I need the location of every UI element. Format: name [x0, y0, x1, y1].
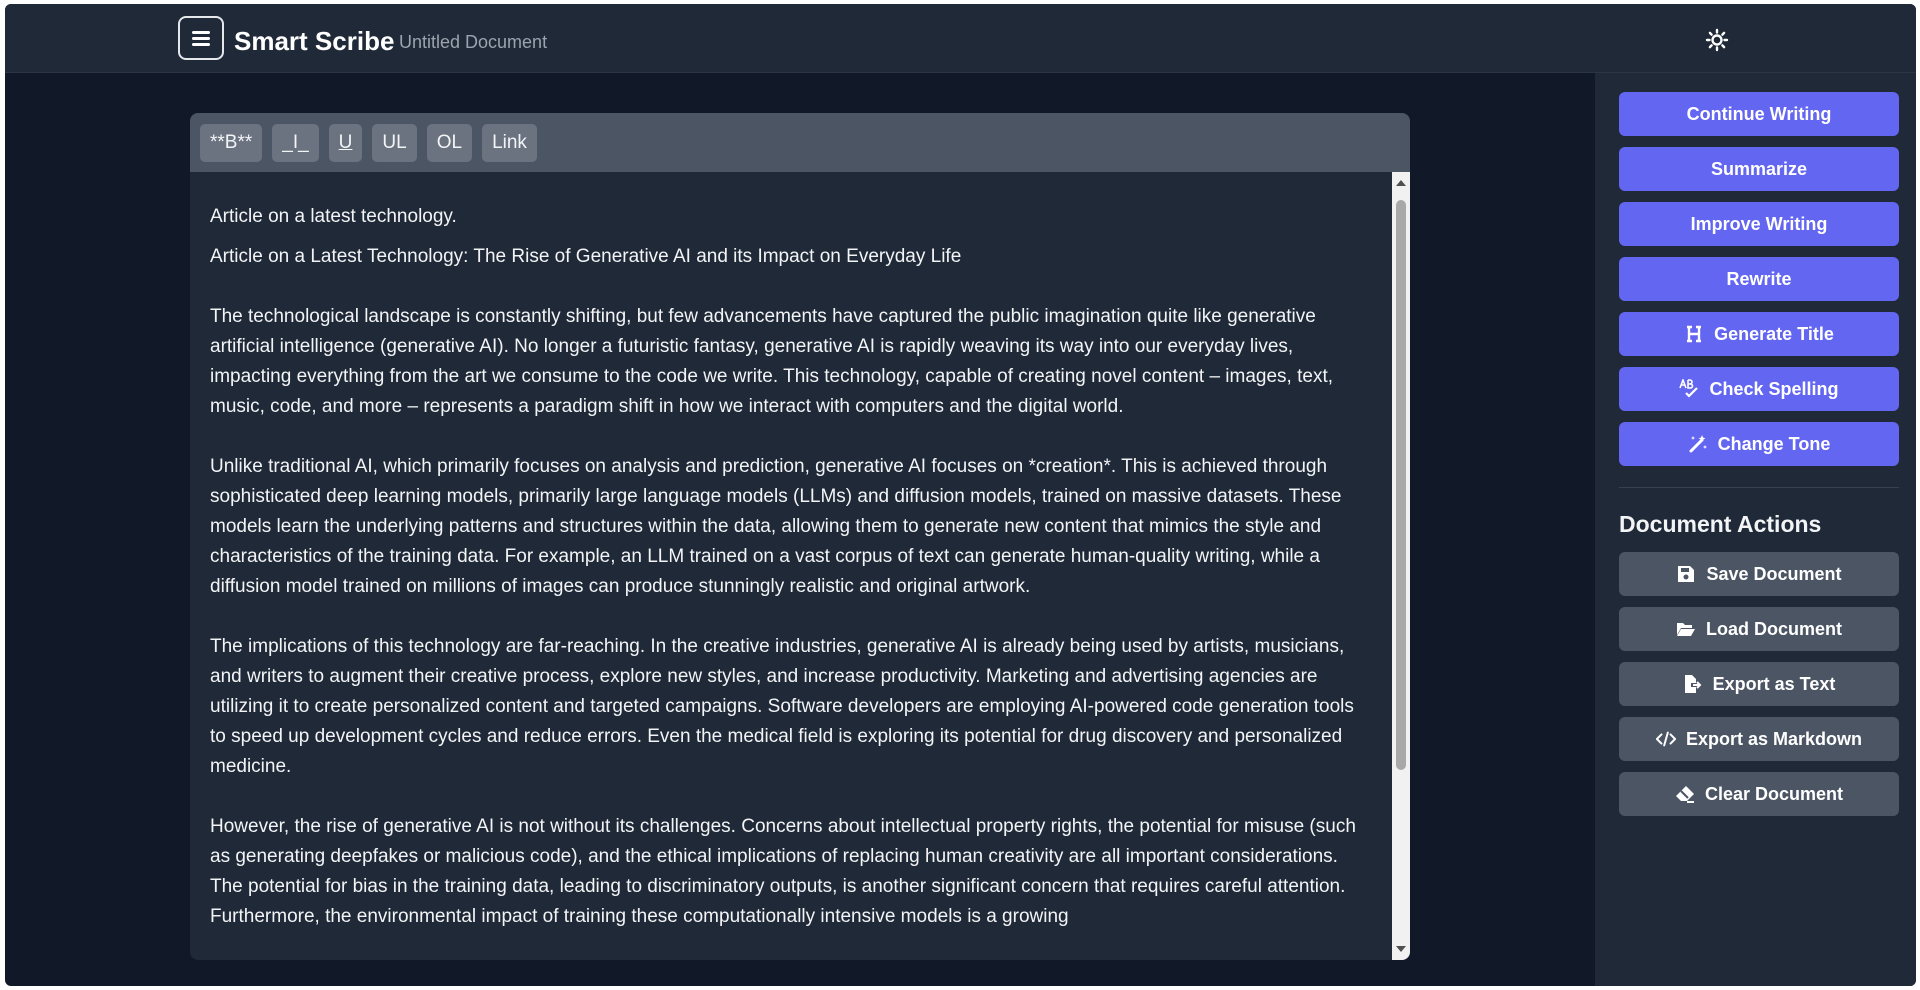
- scrollbar-thumb[interactable]: [1396, 200, 1406, 770]
- link-button[interactable]: Link: [482, 123, 537, 162]
- bold-button[interactable]: **B**: [200, 123, 263, 162]
- file-export-icon: [1683, 674, 1703, 694]
- scroll-up-arrow-icon[interactable]: [1396, 180, 1406, 186]
- menu-button[interactable]: [178, 16, 224, 60]
- code-icon: [1655, 729, 1676, 749]
- change-tone-button[interactable]: Change Tone: [1619, 422, 1899, 466]
- document-actions-heading: Document Actions: [1619, 511, 1822, 537]
- editor-paragraph: However, the rise of generative AI is no…: [210, 816, 1356, 927]
- document-title: Untitled Document: [399, 32, 548, 52]
- load-document-button[interactable]: Load Document: [1619, 607, 1899, 651]
- theme-toggle-button[interactable]: [1705, 28, 1729, 52]
- rewrite-label: Rewrite: [1726, 268, 1792, 289]
- improve-writing-label: Improve Writing: [1690, 213, 1828, 234]
- check-spelling-label: Check Spelling: [1709, 378, 1839, 399]
- sidebar: Continue Writing Summarize Improve Writi…: [1595, 73, 1916, 986]
- spell-check-icon: [1679, 379, 1699, 399]
- scroll-down-arrow-icon[interactable]: [1396, 946, 1406, 952]
- export-markdown-button[interactable]: Export as Markdown: [1619, 717, 1899, 761]
- header: Smart Scribe Untitled Document: [5, 4, 1916, 73]
- sidebar-divider: [1619, 487, 1899, 488]
- editor: **B** _I_ U UL OL Link Article on a late…: [190, 113, 1410, 960]
- underline-button[interactable]: U: [328, 123, 363, 162]
- editor-paragraph: Article on a Latest Technology: The Rise…: [210, 246, 962, 267]
- italic-button[interactable]: _I_: [272, 123, 319, 162]
- editor-scrollbar[interactable]: [1392, 172, 1410, 960]
- editor-paragraph: The technological landscape is constantl…: [210, 306, 1334, 417]
- magic-wand-icon: [1688, 434, 1708, 454]
- folder-open-icon: [1676, 619, 1696, 639]
- save-document-button[interactable]: Save Document: [1619, 552, 1899, 596]
- save-icon: [1676, 564, 1696, 584]
- ordered-list-button[interactable]: OL: [426, 123, 473, 162]
- export-markdown-label: Export as Markdown: [1685, 728, 1863, 749]
- heading-icon: [1684, 324, 1704, 344]
- summarize-button[interactable]: Summarize: [1619, 147, 1899, 191]
- eraser-icon: [1675, 784, 1695, 804]
- clear-document-button[interactable]: Clear Document: [1619, 772, 1899, 816]
- load-document-label: Load Document: [1705, 618, 1842, 639]
- continue-writing-button[interactable]: Continue Writing: [1619, 92, 1899, 136]
- generate-title-button[interactable]: Generate Title: [1619, 312, 1899, 356]
- sun-icon: [1705, 28, 1729, 52]
- export-text-button[interactable]: Export as Text: [1619, 662, 1899, 706]
- generate-title-label: Generate Title: [1714, 323, 1834, 344]
- rewrite-button[interactable]: Rewrite: [1619, 257, 1899, 301]
- summarize-label: Summarize: [1710, 158, 1808, 179]
- unordered-list-button[interactable]: UL: [372, 123, 417, 162]
- app-title: Smart Scribe: [234, 26, 395, 56]
- improve-writing-button[interactable]: Improve Writing: [1619, 202, 1899, 246]
- editor-paragraph: The implications of this technology are …: [210, 636, 1354, 777]
- hamburger-icon: [192, 30, 210, 46]
- continue-writing-label: Continue Writing: [1686, 103, 1832, 124]
- editor-textarea[interactable]: Article on a latest technology. Article …: [190, 172, 1392, 960]
- app-window: Smart Scribe Untitled Document **B** _I_…: [5, 4, 1916, 986]
- export-text-label: Export as Text: [1712, 673, 1836, 694]
- underline-label: U: [338, 131, 353, 153]
- change-tone-label: Change Tone: [1717, 433, 1831, 454]
- check-spelling-button[interactable]: Check Spelling: [1619, 367, 1899, 411]
- clear-document-label: Clear Document: [1704, 783, 1844, 804]
- save-document-label: Save Document: [1706, 563, 1842, 584]
- editor-paragraph: Article on a latest technology.: [210, 206, 457, 227]
- formatting-toolbar: **B** _I_ U UL OL Link: [190, 113, 1410, 172]
- editor-paragraph: Unlike traditional AI, which primarily f…: [210, 456, 1342, 597]
